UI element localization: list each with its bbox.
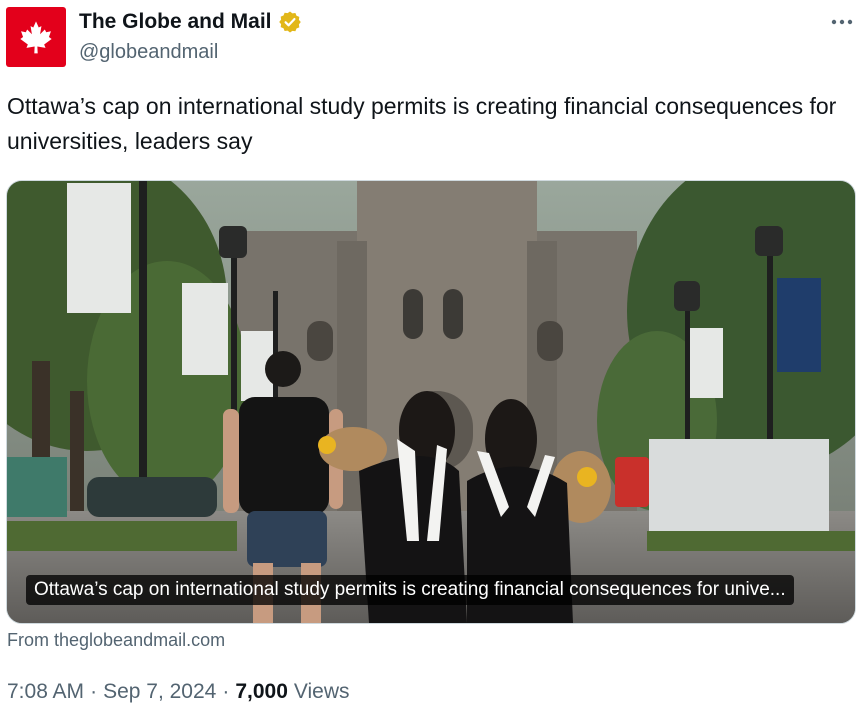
tweet-time[interactable]: 7:08 AM [7, 680, 84, 704]
article-image [7, 181, 855, 623]
views-count: 7,000 [235, 680, 288, 703]
views-label: Views [293, 680, 350, 703]
more-icon[interactable] [830, 10, 854, 34]
verified-badge-icon[interactable] [278, 10, 302, 34]
tweet-date[interactable]: Sep 7, 2024 [103, 680, 216, 704]
tweet-meta: 7:08 AM · Sep 7, 2024 · 7,000 Views [7, 680, 350, 704]
card-source[interactable]: From theglobeandmail.com [7, 630, 225, 651]
avatar[interactable] [6, 7, 66, 67]
display-name[interactable]: The Globe and Mail [79, 10, 272, 34]
author-handle[interactable]: @globeandmail [79, 41, 218, 64]
meta-separator: · [222, 680, 230, 703]
tweet-text: Ottawa’s cap on international study perm… [7, 93, 837, 154]
author-name-row: The Globe and Mail [79, 10, 302, 34]
card-caption: Ottawa’s cap on international study perm… [26, 575, 794, 605]
maple-leaf-icon [20, 21, 52, 54]
link-card[interactable]: Ottawa’s cap on international study perm… [6, 180, 856, 624]
meta-separator: · [90, 680, 98, 703]
